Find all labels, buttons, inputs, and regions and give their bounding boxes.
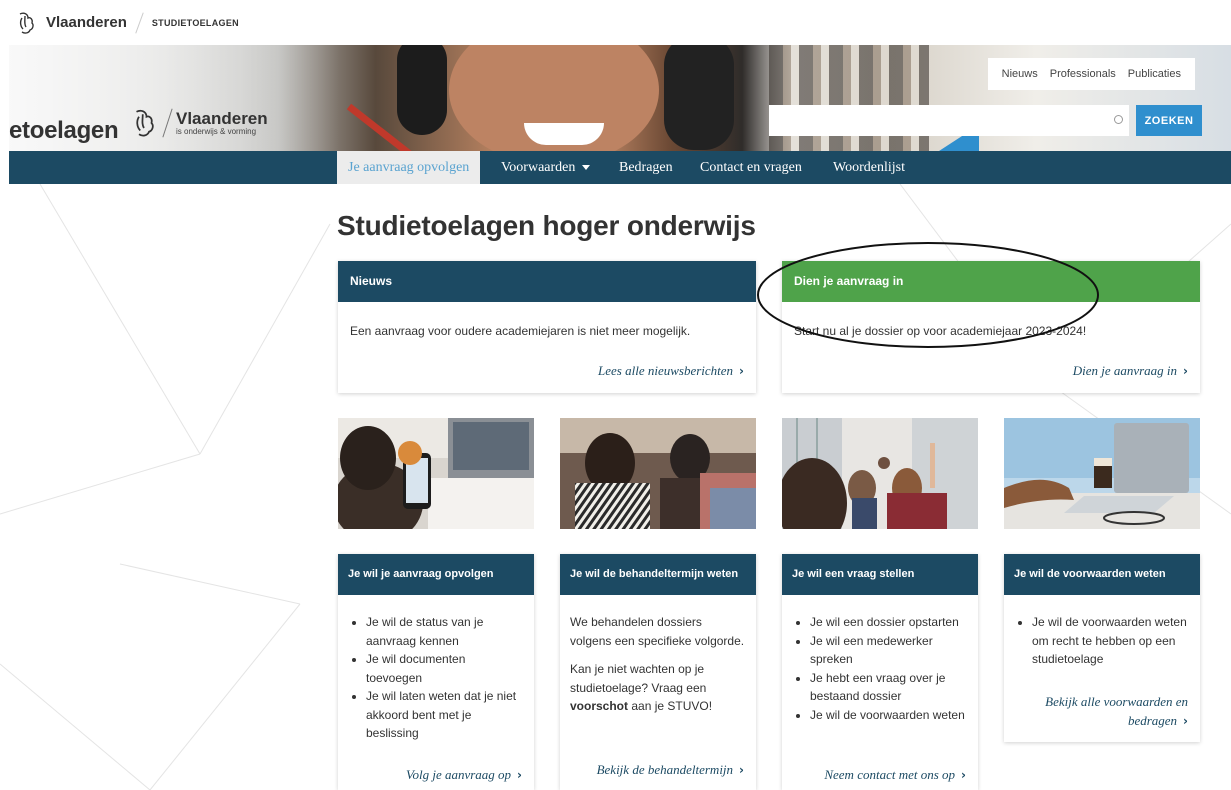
logo-subtitle: is onderwijs & vorming bbox=[176, 126, 257, 136]
list-item: Je wil een dossier opstarten bbox=[810, 613, 968, 632]
card-list: Je wil de status van je aanvraag kennen … bbox=[338, 613, 534, 743]
list-item: Je wil laten weten dat je niet akkoord b… bbox=[366, 687, 524, 743]
chevron-right-icon: › bbox=[517, 768, 522, 782]
chevron-right-icon: › bbox=[1183, 364, 1188, 378]
list-item: Je wil de voorwaarden weten bbox=[810, 706, 968, 725]
page-title: Studietoelagen hoger onderwijs bbox=[337, 210, 756, 241]
top-bar: Vlaanderen STUDIETOELAGEN bbox=[0, 0, 1231, 45]
voorschot-link[interactable]: voorschot bbox=[570, 699, 628, 713]
list-item: Je wil de voorwaarden weten om recht te … bbox=[1032, 613, 1190, 669]
card-vraag-stellen: Je wil een vraag stellen Je wil een doss… bbox=[782, 554, 978, 790]
quick-link-professionals[interactable]: Professionals bbox=[1050, 68, 1116, 80]
list-item: Je hebt een vraag over je bestaand dossi… bbox=[810, 669, 968, 706]
annotation-ellipse bbox=[757, 242, 1099, 348]
search-icon bbox=[1114, 115, 1123, 124]
nav-item-voorwaarden[interactable]: Voorwaarden bbox=[501, 151, 591, 184]
logo-brand: Vlaanderen bbox=[176, 108, 268, 128]
nav-item-bedragen[interactable]: Bedragen bbox=[619, 151, 673, 184]
photo-phone-laptop bbox=[338, 418, 534, 529]
topbar-site-name[interactable]: STUDIETOELAGEN bbox=[152, 18, 239, 28]
card-title: Je wil de voorwaarden weten bbox=[1004, 554, 1200, 595]
photo-students-phones bbox=[560, 418, 756, 529]
photo-laptop-coffee bbox=[1004, 418, 1200, 529]
volg-aanvraag-link[interactable]: Volg je aanvraag op › bbox=[406, 767, 522, 783]
news-card-title: Nieuws bbox=[338, 261, 756, 302]
card-list: Je wil de voorwaarden weten om recht te … bbox=[1004, 613, 1200, 669]
main-nav: Je aanvraag opvolgen Voorwaarden Bedrage… bbox=[9, 151, 1231, 184]
card-voorwaarden: Je wil de voorwaarden weten Je wil de vo… bbox=[1004, 554, 1200, 742]
chevron-right-icon: › bbox=[739, 364, 744, 378]
news-card-text: Een aanvraag voor oudere academiejaren i… bbox=[350, 324, 691, 338]
nav-item-aanvraag-opvolgen[interactable]: Je aanvraag opvolgen bbox=[337, 151, 481, 184]
nav-item-woordenlijst[interactable]: Woordenlijst bbox=[833, 151, 905, 184]
news-link-label: Lees alle nieuwsberichten bbox=[598, 363, 734, 378]
link-label: Bekijk de behandeltermijn bbox=[596, 762, 734, 777]
apply-link-label: Dien je aanvraag in bbox=[1072, 363, 1178, 378]
nav-item-contact[interactable]: Contact en vragen bbox=[700, 151, 802, 184]
site-logo-text[interactable]: etoelagen bbox=[9, 117, 119, 145]
apply-link[interactable]: Dien je aanvraag in › bbox=[1073, 363, 1188, 379]
topbar-brand[interactable]: Vlaanderen bbox=[46, 14, 127, 31]
card-title: Je wil de behandeltermijn weten bbox=[560, 554, 756, 595]
link-label: Volg je aanvraag op bbox=[405, 767, 512, 782]
news-card: Nieuws Een aanvraag voor oudere academie… bbox=[338, 261, 756, 393]
quick-links: Nieuws Professionals Publicaties bbox=[987, 58, 1195, 90]
hero-photo-detail bbox=[524, 123, 604, 145]
card-text-voorschot: Kan je niet wachten op je studietoelage?… bbox=[570, 660, 746, 716]
card-list: Je wil een dossier opstarten Je wil een … bbox=[782, 613, 978, 724]
photo-classroom bbox=[782, 418, 978, 529]
link-label: Neem contact met ons op bbox=[824, 767, 956, 782]
vlaanderen-onderwijs-logo[interactable]: Vlaanderen is onderwijs & vorming bbox=[131, 108, 268, 138]
card-title: Je wil een vraag stellen bbox=[782, 554, 978, 595]
hero-banner: etoelagen Vlaanderen is onderwijs & vorm… bbox=[9, 45, 1231, 151]
topbar-divider bbox=[135, 11, 144, 34]
card-behandeltermijn: Je wil de behandeltermijn weten We behan… bbox=[560, 554, 756, 790]
text-segment: Kan je niet wachten op je studietoelage?… bbox=[570, 662, 707, 695]
quick-link-nieuws[interactable]: Nieuws bbox=[1002, 68, 1038, 80]
card-text: We behandelen dossiers volgens een speci… bbox=[570, 615, 745, 648]
card-aanvraag-opvolgen: Je wil je aanvraag opvolgen Je wil de st… bbox=[338, 554, 534, 790]
link-label: Bekijk alle voorwaarden en bedragen bbox=[1045, 694, 1188, 728]
hero-photo-detail bbox=[664, 45, 734, 150]
chevron-down-icon bbox=[582, 165, 591, 171]
list-item: Je wil documenten toevoegen bbox=[366, 650, 524, 687]
flemish-lion-icon[interactable] bbox=[16, 11, 36, 35]
behandeltermijn-link[interactable]: Bekijk de behandeltermijn › bbox=[597, 762, 744, 778]
chevron-right-icon: › bbox=[739, 763, 744, 777]
voorwaarden-link[interactable]: Bekijk alle voorwaarden en bedragen › bbox=[1018, 692, 1188, 731]
search-input[interactable] bbox=[769, 105, 1129, 136]
text-segment: aan je STUVO! bbox=[628, 699, 713, 713]
hero-photo-detail bbox=[397, 45, 447, 135]
nav-item-label: Voorwaarden bbox=[501, 160, 576, 175]
chevron-right-icon: › bbox=[961, 768, 966, 782]
card-title: Je wil je aanvraag opvolgen bbox=[338, 554, 534, 595]
flemish-lion-icon bbox=[136, 109, 154, 137]
list-item: Je wil de status van je aanvraag kennen bbox=[366, 613, 524, 650]
quick-link-publicaties[interactable]: Publicaties bbox=[1128, 68, 1181, 80]
news-link[interactable]: Lees alle nieuwsberichten › bbox=[598, 363, 744, 379]
list-item: Je wil een medewerker spreken bbox=[810, 632, 968, 669]
chevron-right-icon: › bbox=[1183, 714, 1188, 728]
search-button[interactable]: ZOEKEN bbox=[1136, 105, 1202, 136]
contact-link[interactable]: Neem contact met ons op › bbox=[824, 767, 966, 783]
logo-divider bbox=[162, 108, 173, 138]
